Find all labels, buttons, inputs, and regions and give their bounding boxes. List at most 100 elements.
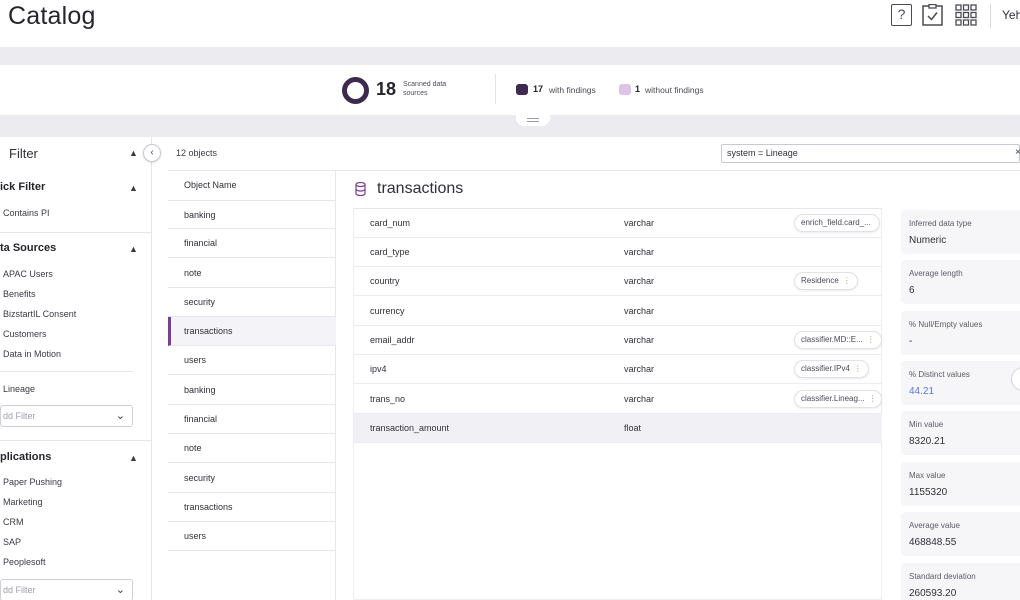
filter-item[interactable]: APAC Users bbox=[3, 269, 53, 279]
stat-label: Max value bbox=[909, 471, 946, 480]
tag-status-icon: ⋮ bbox=[853, 364, 862, 373]
field-row[interactable]: country varchar Residence ⋮ bbox=[354, 267, 882, 296]
database-icon bbox=[355, 182, 366, 196]
filter-chevron-up-icon[interactable]: ▲ bbox=[129, 148, 138, 158]
object-row[interactable]: banking bbox=[168, 376, 336, 405]
data-sources-add-filter-select[interactable]: dd Filter ⌄ bbox=[0, 405, 133, 427]
with-findings-count: 17 bbox=[533, 84, 544, 94]
stat-value: Numeric bbox=[909, 235, 947, 246]
stat-card: Max value 1155320 bbox=[901, 462, 1020, 506]
field-row-selected[interactable]: transaction_amount float bbox=[354, 414, 882, 443]
add-filter-placeholder: dd Filter bbox=[3, 411, 36, 421]
task-check-icon[interactable] bbox=[922, 4, 943, 26]
tag-label: enrich_field.card_... bbox=[801, 218, 871, 227]
summary-collapse-handle[interactable] bbox=[516, 115, 550, 126]
detail-title: transactions bbox=[377, 180, 464, 197]
field-row[interactable]: trans_no varchar classifier.Lineag... ⋮ bbox=[354, 385, 882, 414]
object-name-header: Object Name bbox=[184, 180, 237, 190]
clear-search-icon[interactable]: × bbox=[1015, 147, 1020, 158]
stat-value: 260593.20 bbox=[909, 588, 957, 599]
object-row[interactable]: users bbox=[168, 346, 336, 375]
app-header: Catalog ? Yeh bbox=[0, 0, 1020, 47]
scanned-label: Scanned data sources bbox=[403, 81, 447, 97]
object-name: security bbox=[184, 473, 216, 483]
field-tag[interactable]: classifier.MD::E... ⋮ bbox=[794, 331, 882, 349]
apps-grid-icon[interactable] bbox=[955, 4, 977, 26]
stat-label: Standard deviation bbox=[909, 572, 976, 581]
object-row[interactable]: security bbox=[168, 464, 336, 493]
summary-band bbox=[0, 115, 1020, 137]
object-row[interactable]: transactions bbox=[168, 493, 336, 522]
object-name: note bbox=[184, 268, 202, 278]
filter-item[interactable]: Benefits bbox=[3, 289, 36, 299]
field-row[interactable]: currency varchar bbox=[354, 297, 882, 326]
object-row[interactable]: note bbox=[168, 434, 336, 463]
object-row[interactable]: banking bbox=[168, 200, 336, 229]
filter-item[interactable]: Contains PI bbox=[3, 208, 50, 218]
data-sources-chevron-up-icon[interactable]: ▲ bbox=[129, 244, 138, 254]
object-row-selected[interactable]: transactions bbox=[168, 317, 336, 346]
field-name: transaction_amount bbox=[370, 423, 450, 433]
tag-label: Residence bbox=[801, 276, 839, 285]
field-row[interactable]: email_addr varchar classifier.MD::E... ⋮ bbox=[354, 326, 882, 355]
applications-add-filter-select[interactable]: dd Filter ⌄ bbox=[0, 579, 133, 600]
stat-label: % Distinct values bbox=[909, 370, 970, 379]
object-row[interactable]: note bbox=[168, 259, 336, 288]
chevron-down-icon: ⌄ bbox=[115, 410, 125, 422]
applications-chevron-up-icon[interactable]: ▲ bbox=[129, 453, 138, 463]
quick-filter-title: ick Filter bbox=[0, 181, 46, 193]
field-tag[interactable]: Residence ⋮ bbox=[794, 272, 858, 290]
summary-divider bbox=[495, 74, 496, 104]
field-name: currency bbox=[370, 306, 405, 316]
filter-item-lineage[interactable]: Lineage bbox=[3, 384, 35, 394]
object-row[interactable]: security bbox=[168, 288, 336, 317]
field-type: varchar bbox=[624, 306, 655, 316]
object-name: transactions bbox=[184, 502, 233, 512]
field-name: ipv4 bbox=[370, 364, 387, 374]
scanned-count: 18 bbox=[376, 79, 397, 99]
filter-item[interactable]: Peoplesoft bbox=[3, 557, 46, 567]
filter-item[interactable]: SAP bbox=[3, 537, 21, 547]
filter-item[interactable]: Data in Motion bbox=[3, 349, 61, 359]
header-band bbox=[0, 47, 1020, 65]
filter-item[interactable]: Customers bbox=[3, 329, 47, 339]
filter-item[interactable]: CRM bbox=[3, 517, 24, 527]
object-name: banking bbox=[184, 210, 216, 220]
stat-value-link[interactable]: 44.21 bbox=[909, 386, 934, 397]
data-sources-title: ta Sources bbox=[0, 242, 57, 254]
search-query-input[interactable]: system = Lineage × bbox=[721, 144, 1020, 163]
object-name: note bbox=[184, 443, 202, 453]
filter-item[interactable]: Marketing bbox=[3, 497, 43, 507]
field-row[interactable]: card_num varchar enrich_field.card_... bbox=[354, 209, 882, 238]
object-row[interactable]: users bbox=[168, 522, 336, 551]
tag-status-icon: ⋮ bbox=[842, 276, 851, 285]
collapse-filter-button[interactable]: ‹ bbox=[143, 144, 161, 162]
filter-item[interactable]: BizstartIL Consent bbox=[3, 309, 76, 319]
field-type: varchar bbox=[624, 335, 655, 345]
field-row[interactable]: card_type varchar bbox=[354, 238, 882, 267]
filter-item[interactable]: Paper Pushing bbox=[3, 477, 62, 487]
fields-table: card_num varchar enrich_field.card_... c… bbox=[353, 208, 882, 600]
field-type: float bbox=[624, 423, 642, 433]
stat-label: Inferred data type bbox=[909, 219, 972, 228]
header-divider bbox=[990, 4, 991, 28]
object-row[interactable]: financial bbox=[168, 229, 336, 258]
tag-status-icon: ⋮ bbox=[866, 335, 875, 344]
field-name: country bbox=[370, 276, 400, 286]
field-tag[interactable]: enrich_field.card_... bbox=[794, 214, 880, 232]
object-name: banking bbox=[184, 385, 216, 395]
with-findings-label: with findings bbox=[549, 85, 596, 95]
quick-filter-chevron-up-icon[interactable]: ▲ bbox=[129, 183, 138, 193]
chevron-down-icon: ⌄ bbox=[115, 584, 125, 596]
stat-card: Standard deviation 260593.20 bbox=[901, 563, 1020, 600]
field-tag[interactable]: classifier.Lineag... ⋮ bbox=[794, 390, 882, 408]
field-row[interactable]: ipv4 varchar classifier.IPv4 ⋮ bbox=[354, 355, 882, 384]
object-row[interactable]: financial bbox=[168, 405, 336, 434]
field-tag[interactable]: classifier.IPv4 ⋮ bbox=[794, 360, 869, 378]
user-menu[interactable]: Yeh bbox=[1002, 8, 1020, 22]
field-name: card_num bbox=[370, 218, 411, 228]
stat-value: 8320.21 bbox=[909, 436, 946, 447]
object-list: Object Name banking financial note secur… bbox=[168, 171, 336, 600]
help-icon[interactable]: ? bbox=[891, 4, 912, 26]
field-statistics-panel: Inferred data type Numeric Average lengt… bbox=[889, 208, 1020, 600]
